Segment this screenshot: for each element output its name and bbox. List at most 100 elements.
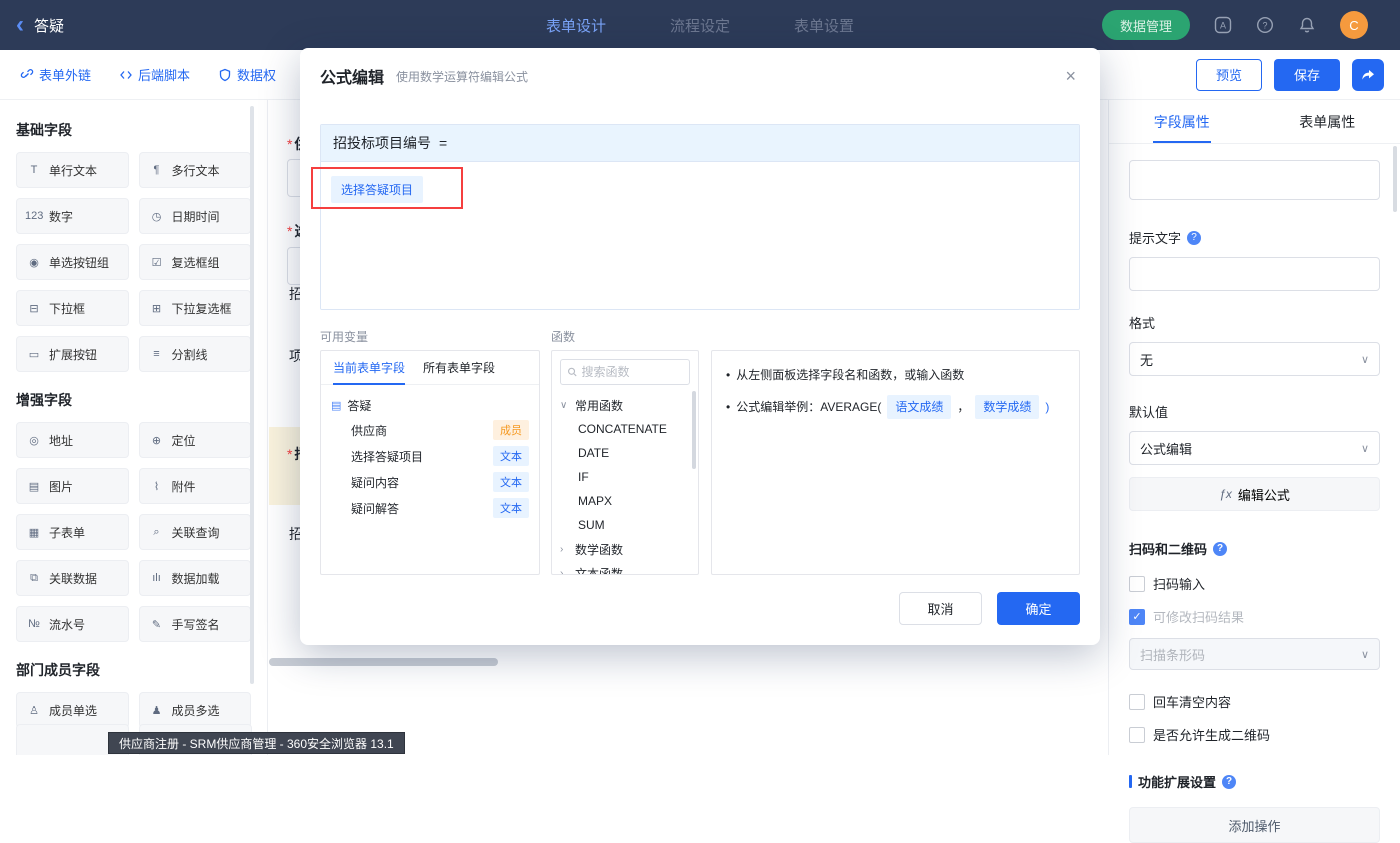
tree-field-select-project[interactable]: 选择答疑项目文本 bbox=[331, 443, 529, 469]
tab-form-design[interactable]: 表单设计 bbox=[546, 15, 606, 36]
tab-form-properties[interactable]: 表单属性 bbox=[1255, 100, 1400, 143]
external-link-button[interactable]: 表单外链 bbox=[20, 65, 91, 84]
caret-down-icon: ∨ bbox=[560, 400, 570, 411]
sidebar-scrollbar[interactable] bbox=[250, 106, 254, 684]
help-icon[interactable]: ? bbox=[1256, 16, 1274, 34]
save-button[interactable]: 保存 bbox=[1274, 59, 1340, 91]
image-icon: ▤ bbox=[25, 480, 43, 493]
preview-button[interactable]: 预览 bbox=[1196, 59, 1262, 91]
field-item-image[interactable]: ▤ 图片 bbox=[16, 468, 129, 504]
formula-help-panel: • 从左侧面板选择字段名和函数，或输入函数 • 公式编辑举例：AVERAGE( … bbox=[711, 350, 1080, 575]
functions-panel: ∨常用函数 CONCATENATE DATE IF MAPX SUM ›数学函数… bbox=[551, 350, 699, 575]
bullet-icon: • bbox=[726, 365, 730, 385]
default-value-select[interactable]: 公式编辑∨ bbox=[1129, 431, 1380, 465]
formula-editor[interactable]: 招投标项目编号 = 选择答疑项目 bbox=[320, 124, 1080, 310]
field-item-address[interactable]: ◎地址 bbox=[16, 422, 129, 458]
tab-field-properties[interactable]: 字段属性 bbox=[1109, 100, 1255, 143]
field-item-single-line-text[interactable]: T单行文本 bbox=[16, 152, 129, 188]
function-search[interactable] bbox=[560, 359, 690, 385]
avatar[interactable]: C bbox=[1340, 11, 1368, 39]
formula-edit-modal: 公式编辑 使用数学运算符编辑公式 × 招投标项目编号 = 选择答疑项目 可用变量… bbox=[300, 48, 1100, 645]
format-select[interactable]: 无∨ bbox=[1129, 342, 1380, 376]
field-item-dropdown[interactable]: ⊟下拉框 bbox=[16, 290, 129, 326]
back-icon[interactable]: ‹ bbox=[16, 13, 24, 37]
func-group-math[interactable]: ›数学函数 bbox=[552, 537, 698, 561]
field-item-member-single[interactable]: ♙成员单选 bbox=[16, 692, 129, 728]
tip-example-suffix: ) bbox=[1045, 397, 1049, 417]
field-label: 图片 bbox=[49, 478, 73, 495]
datetime-icon: ◷ bbox=[148, 210, 166, 223]
field-item-attachment[interactable]: ⌇附件 bbox=[139, 468, 252, 504]
field-item-number[interactable]: 123数字 bbox=[16, 198, 129, 234]
func-group-common[interactable]: ∨常用函数 bbox=[552, 393, 698, 417]
field-item-linked-query[interactable]: ⌕关联查询 bbox=[139, 514, 252, 550]
func-item-mapx[interactable]: MAPX bbox=[552, 489, 698, 513]
canvas-horizontal-scrollbar[interactable] bbox=[269, 658, 498, 666]
field-item-multi-line-text[interactable]: ¶多行文本 bbox=[139, 152, 252, 188]
multi-line-text-icon: ¶ bbox=[148, 164, 166, 176]
subform-icon: ▦ bbox=[25, 526, 43, 539]
cancel-button[interactable]: 取消 bbox=[899, 592, 982, 625]
field-item-serial-number[interactable]: №流水号 bbox=[16, 606, 129, 642]
func-item-date[interactable]: DATE bbox=[552, 441, 698, 465]
field-label: 关联查询 bbox=[172, 524, 220, 541]
edit-formula-button[interactable]: ƒx编辑公式 bbox=[1129, 477, 1380, 511]
member-single-icon: ♙ bbox=[25, 704, 43, 717]
hint-text-input[interactable] bbox=[1129, 257, 1380, 291]
scan-input-checkbox[interactable]: 扫码输入 bbox=[1129, 574, 1380, 593]
data-permission-button[interactable]: 数据权 bbox=[218, 65, 276, 84]
field-item-radio-group[interactable]: ◉单选按钮组 bbox=[16, 244, 129, 280]
field-item-signature[interactable]: ✎手写签名 bbox=[139, 606, 252, 642]
field-item-multi-dropdown[interactable]: ⊞下拉复选框 bbox=[139, 290, 252, 326]
add-action-button[interactable]: 添加操作 bbox=[1129, 807, 1380, 843]
func-item-if[interactable]: IF bbox=[552, 465, 698, 489]
func-group-text[interactable]: ›文本函数 bbox=[552, 561, 698, 575]
formula-target-label: 招投标项目编号 bbox=[333, 133, 431, 153]
question-icon[interactable]: ? bbox=[1222, 775, 1236, 789]
translate-icon[interactable]: A bbox=[1214, 16, 1232, 34]
functions-scrollbar[interactable] bbox=[692, 391, 696, 469]
field-label: 定位 bbox=[172, 432, 196, 449]
formula-field-chip[interactable]: 选择答疑项目 bbox=[331, 176, 423, 203]
field-item-datetime[interactable]: ◷日期时间 bbox=[139, 198, 252, 234]
field-title-input[interactable] bbox=[1129, 160, 1380, 200]
svg-text:?: ? bbox=[1262, 21, 1267, 31]
close-icon[interactable]: × bbox=[1065, 67, 1076, 85]
bell-icon[interactable] bbox=[1298, 16, 1316, 34]
field-item-data-load[interactable]: ılı数据加载 bbox=[139, 560, 252, 596]
question-icon[interactable]: ? bbox=[1213, 542, 1227, 556]
tab-flow-settings[interactable]: 流程设定 bbox=[670, 15, 730, 36]
data-manage-button[interactable]: 数据管理 bbox=[1102, 10, 1190, 40]
tree-root-form[interactable]: ▤答疑 bbox=[331, 393, 529, 417]
serial-number-icon: № bbox=[25, 618, 43, 630]
field-item-extend-button[interactable]: ▭扩展按钮 bbox=[16, 336, 129, 372]
func-item-sum[interactable]: SUM bbox=[552, 513, 698, 537]
field-label: 下拉框 bbox=[49, 300, 85, 317]
func-item-concatenate[interactable]: CONCATENATE bbox=[552, 417, 698, 441]
generate-qrcode-checkbox[interactable]: 是否允许生成二维码 bbox=[1129, 725, 1380, 744]
field-item-divider[interactable]: ≡分割线 bbox=[139, 336, 252, 372]
question-icon[interactable]: ? bbox=[1187, 231, 1201, 245]
tree-field-supplier[interactable]: 供应商成员 bbox=[331, 417, 529, 443]
properties-scrollbar[interactable] bbox=[1393, 146, 1397, 212]
tab-current-form-fields[interactable]: 当前表单字段 bbox=[333, 351, 405, 385]
backend-script-button[interactable]: 后端脚本 bbox=[119, 65, 190, 84]
field-item-location[interactable]: ⊕定位 bbox=[139, 422, 252, 458]
field-item-subform[interactable]: ▦子表单 bbox=[16, 514, 129, 550]
function-search-input[interactable] bbox=[582, 365, 684, 379]
confirm-button[interactable]: 确定 bbox=[997, 592, 1080, 625]
enter-clear-checkbox[interactable]: 回车清空内容 bbox=[1129, 692, 1380, 711]
tab-form-settings[interactable]: 表单设置 bbox=[794, 15, 854, 36]
field-label: 扩展按钮 bbox=[49, 346, 97, 363]
tree-field-question-answer[interactable]: 疑问解答文本 bbox=[331, 495, 529, 521]
tab-all-form-fields[interactable]: 所有表单字段 bbox=[423, 351, 495, 385]
field-item-member-multi[interactable]: ♟成员多选 bbox=[139, 692, 252, 728]
modify-scan-result-checkbox[interactable]: ✓可修改扫码结果 bbox=[1129, 607, 1380, 626]
hint-text-label: 提示文字? bbox=[1129, 228, 1380, 247]
formula-body[interactable]: 选择答疑项目 bbox=[321, 162, 1079, 310]
field-item-checkbox-group[interactable]: ☑复选框组 bbox=[139, 244, 252, 280]
tree-field-question-content[interactable]: 疑问内容文本 bbox=[331, 469, 529, 495]
field-type-tag: 文本 bbox=[493, 446, 529, 466]
share-button[interactable] bbox=[1352, 59, 1384, 91]
field-item-linked-data[interactable]: ⧉关联数据 bbox=[16, 560, 129, 596]
